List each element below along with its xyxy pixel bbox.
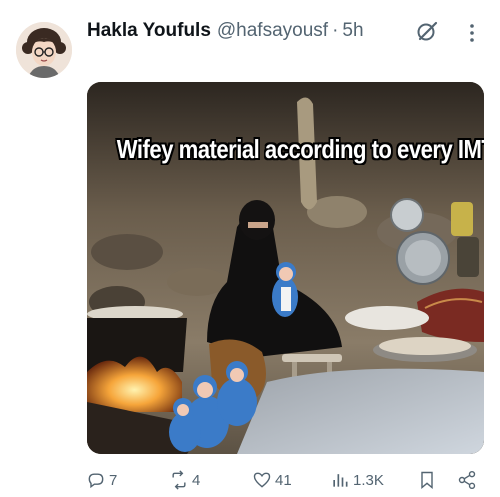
bookmark-button[interactable] — [417, 466, 437, 494]
tweet-media-image[interactable]: Wifey material according to every IMT ma… — [87, 82, 484, 454]
repost-count: 4 — [192, 471, 201, 489]
like-button[interactable]: 41 — [252, 466, 292, 494]
separator-dot: · — [332, 20, 339, 41]
display-name[interactable]: Hakla Youfuls — [87, 20, 211, 42]
avatar[interactable] — [16, 22, 72, 78]
reply-button[interactable]: 7 — [86, 466, 117, 494]
tweet: Hakla Youfuls @hafsayousf · 5h Wifey mat… — [0, 0, 500, 497]
heart-icon — [253, 472, 271, 488]
share-icon — [458, 470, 476, 490]
user-handle[interactable]: @hafsayousf — [217, 20, 328, 42]
tweet-header: Hakla Youfuls @hafsayousf · 5h — [87, 20, 364, 46]
views-icon — [333, 474, 348, 487]
more-vertical-icon[interactable] — [462, 20, 482, 46]
grok-icon[interactable] — [414, 18, 440, 44]
reply-count: 7 — [109, 471, 118, 489]
meme-caption: Wifey material according to every IMT ma… — [116, 134, 484, 164]
views-button[interactable]: 1.3K — [330, 466, 384, 494]
views-count: 1.3K — [353, 471, 384, 489]
reply-icon — [88, 473, 104, 489]
repost-button[interactable]: 4 — [169, 466, 200, 494]
timestamp[interactable]: 5h — [342, 20, 363, 42]
like-count: 41 — [275, 471, 292, 489]
share-button[interactable] — [457, 466, 477, 494]
bookmark-icon — [421, 471, 433, 490]
tweet-actions: 7 4 41 1.3K — [80, 466, 492, 494]
repost-icon — [172, 470, 186, 490]
